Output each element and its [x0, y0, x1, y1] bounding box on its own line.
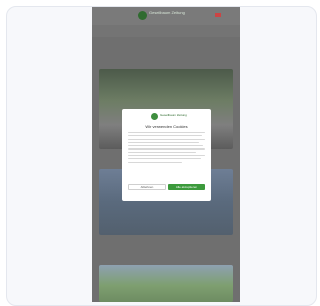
consent-logo-text: Geseilbaum Zeitung: [160, 113, 187, 117]
leaf-logo-icon: [151, 113, 158, 120]
site-logo-title: Geseilbaum Zeitung: [149, 10, 185, 15]
site-logo[interactable]: Geseilbaum Zeitung: [138, 10, 196, 21]
cookie-consent-dialog: Geseilbaum Zeitung Wir verwenden Cookies…: [122, 109, 211, 201]
consent-logo: Geseilbaum Zeitung: [151, 113, 187, 121]
consent-title: Wir verwenden Cookies: [145, 124, 188, 129]
site-header: Geseilbaum Zeitung: [92, 7, 240, 25]
leaf-logo-icon: [138, 11, 147, 20]
accept-all-cookies-button[interactable]: Alle akzeptieren: [168, 184, 205, 190]
consent-body-text: [128, 132, 205, 174]
deny-cookies-button[interactable]: Ablehnen: [128, 184, 166, 190]
main-nav: [92, 25, 240, 37]
article-image[interactable]: [99, 265, 233, 302]
language-flag-icon[interactable]: [215, 13, 221, 17]
